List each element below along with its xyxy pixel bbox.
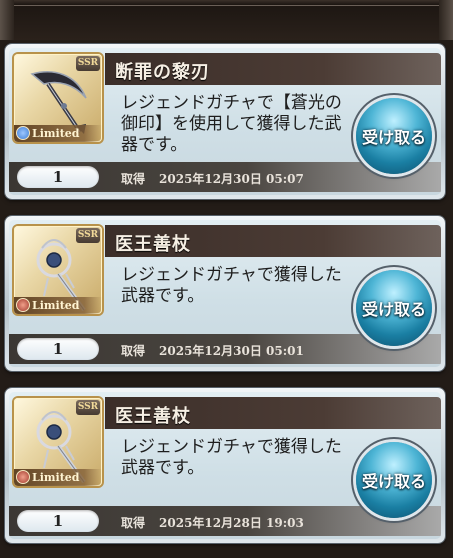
acquired-date: 2025年12月28日 19:03 [159, 516, 304, 530]
weapon-name: 断罪の黎刃 [115, 62, 210, 83]
weapon-description: レジェンドガチャで【蒼光の御印】を使用して獲得した武器です。 [121, 93, 342, 155]
receive-button[interactable]: 受け取る [356, 270, 432, 346]
rarity-badge: SSR [76, 400, 100, 415]
top-bar-rail [14, 0, 439, 6]
acquired-info: 取得 2025年12月30日 05:07 [121, 170, 304, 187]
receive-button[interactable]: 受け取る [356, 442, 432, 518]
weapon-thumbnail[interactable]: SSR Limited [14, 398, 102, 486]
receive-button-label: 受け取る [361, 300, 426, 319]
title-bar: 断罪の黎刃 [105, 53, 441, 85]
reward-card: SSR Limited 断罪の黎刃 レジェンドガチャで【蒼光の御印】を使用して獲… [5, 44, 445, 199]
weapon-description: レジェンドガチャで獲得した武器です。 [121, 437, 342, 478]
acquired-info: 取得 2025年12月28日 19:03 [121, 514, 304, 531]
weapon-thumbnail[interactable]: SSR Limited [14, 226, 102, 314]
quantity-value: 1 [17, 166, 99, 188]
receive-button-label: 受け取る [361, 472, 426, 491]
reward-card-inner: SSR Limited 医王善杖 レジェンドガチャで獲得した武器です。 1 取得… [9, 220, 441, 367]
acquired-info: 取得 2025年12月30日 05:01 [121, 342, 304, 359]
weapon-name: 医王善杖 [115, 406, 191, 427]
acquired-date: 2025年12月30日 05:07 [159, 172, 304, 186]
receive-button-label: 受け取る [361, 128, 426, 147]
element-fire-icon [16, 470, 30, 484]
quantity-value: 1 [17, 510, 99, 532]
reward-card-inner: SSR Limited 断罪の黎刃 レジェンドガチャで【蒼光の御印】を使用して獲… [9, 48, 441, 195]
acquired-label: 取得 [121, 344, 146, 358]
top-bar-left-edge [0, 0, 14, 40]
reward-card: SSR Limited 医王善杖 レジェンドガチャで獲得した武器です。 1 取得… [5, 388, 445, 543]
quantity-value: 1 [17, 338, 99, 360]
weapon-name: 医王善杖 [115, 234, 191, 255]
element-fire-icon [16, 298, 30, 312]
acquired-label: 取得 [121, 516, 146, 530]
element-water-icon [16, 126, 30, 140]
acquired-date: 2025年12月30日 05:01 [159, 344, 304, 358]
weapon-description: レジェンドガチャで獲得した武器です。 [121, 265, 342, 306]
rarity-badge: SSR [76, 56, 100, 71]
rarity-badge: SSR [76, 228, 100, 243]
title-bar: 医王善杖 [105, 225, 441, 257]
receive-button[interactable]: 受け取る [356, 98, 432, 174]
title-bar: 医王善杖 [105, 397, 441, 429]
reward-card-inner: SSR Limited 医王善杖 レジェンドガチャで獲得した武器です。 1 取得… [9, 392, 441, 539]
top-bar [0, 0, 453, 40]
acquired-label: 取得 [121, 172, 146, 186]
top-bar-right-edge [439, 0, 453, 40]
weapon-thumbnail[interactable]: SSR Limited [14, 54, 102, 142]
reward-card: SSR Limited 医王善杖 レジェンドガチャで獲得した武器です。 1 取得… [5, 216, 445, 371]
